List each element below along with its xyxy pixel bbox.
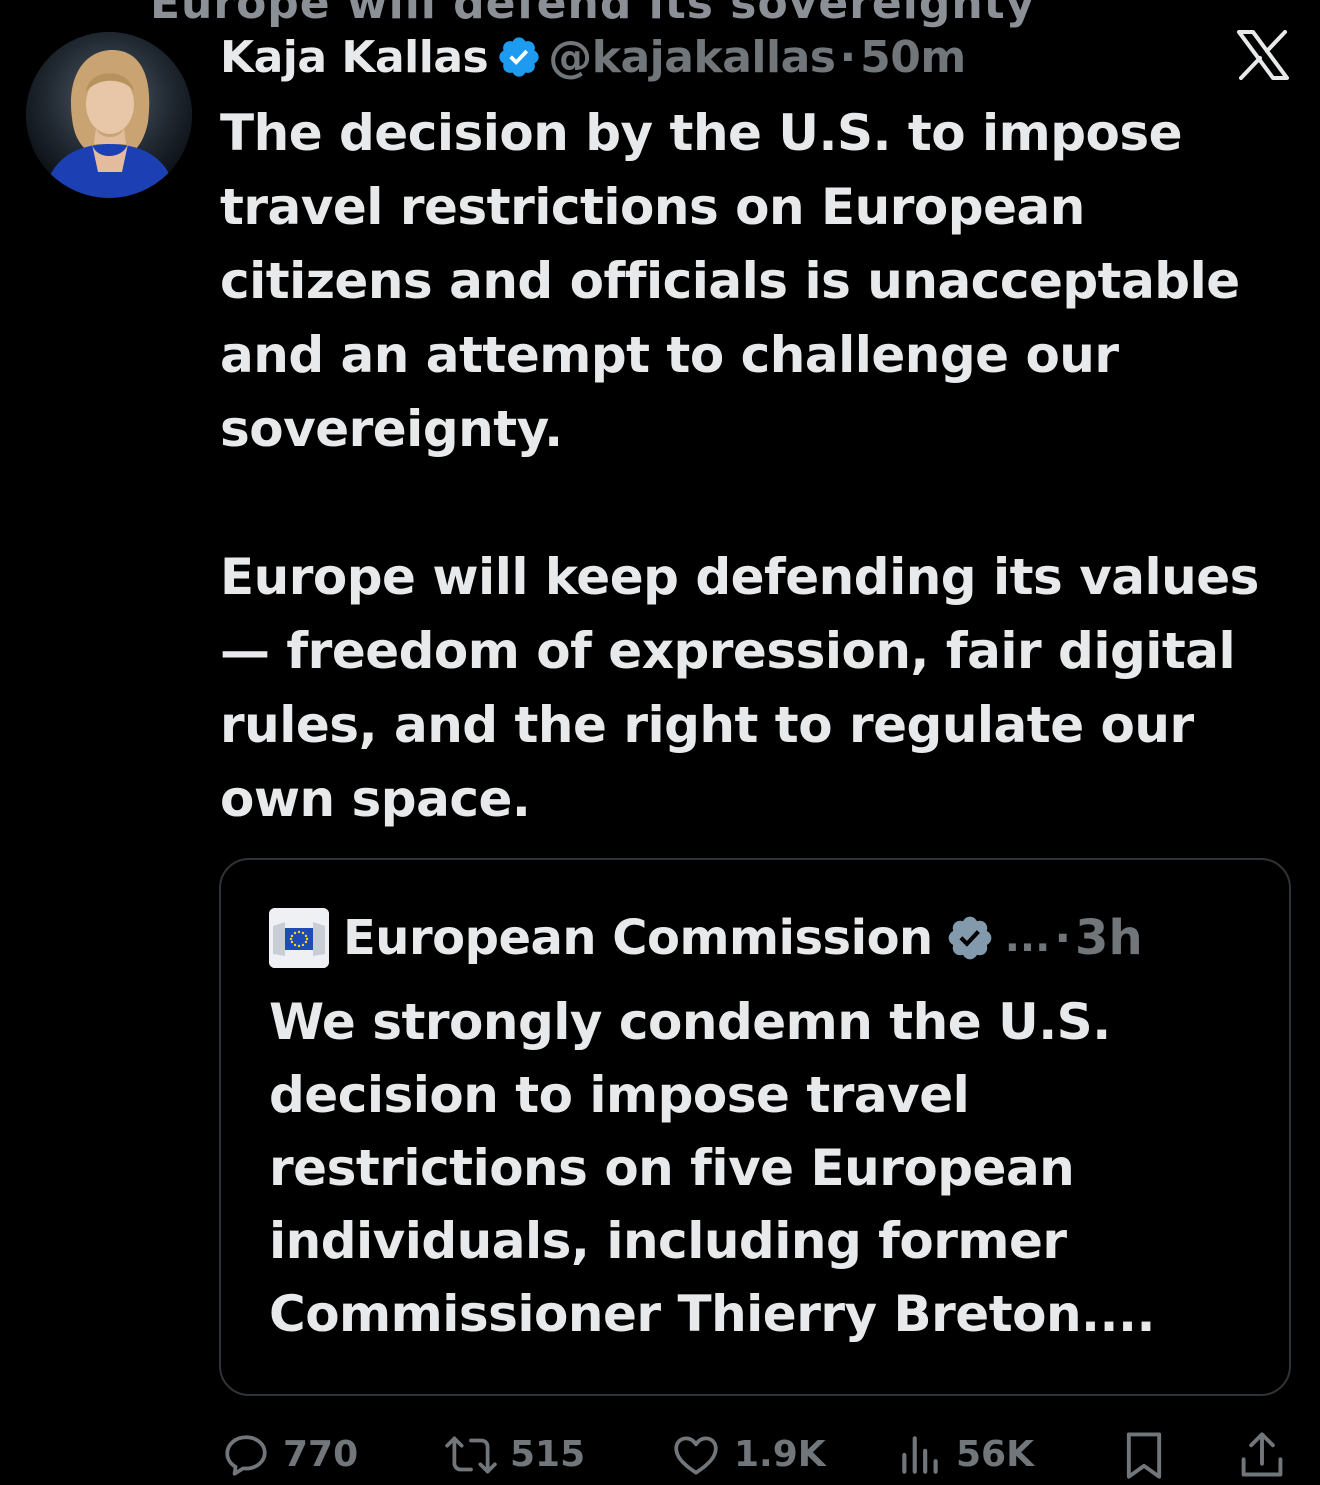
bookmark-button[interactable] [1122,1424,1166,1485]
tweet-timestamp[interactable]: 50m [860,32,966,83]
tweet-text: The decision by the U.S. to impose trave… [220,96,1305,836]
share-icon [1241,1431,1283,1476]
share-button[interactable] [1238,1424,1286,1485]
repost-icon [445,1436,497,1473]
author-name[interactable]: Kaja Kallas [220,32,489,83]
bookmark-icon [1126,1431,1162,1479]
reply-icon [225,1434,267,1476]
tweet-paragraph: Europe will keep defending its values — … [220,548,1259,828]
header-separator: · [839,31,857,83]
tweet-header: Kaja Kallas @kajakallas · 50m [220,22,966,92]
view-count: 56K [956,1434,1034,1475]
author-avatar[interactable] [26,32,192,198]
quoted-tweet-text: We strongly condemn the U.S. decision to… [269,993,1156,1343]
quoted-handle-truncated: ... [1004,915,1051,961]
quoted-tweet-card[interactable]: European Commission ... · 3h We strongly… [219,858,1291,1396]
views-icon [902,1435,938,1474]
reply-button[interactable]: 770 [221,1424,358,1485]
european-commission-logo-icon [269,908,329,968]
views-button[interactable]: 56K [898,1424,1034,1485]
like-button[interactable]: 1.9K [670,1424,826,1485]
reply-count: 770 [283,1434,359,1475]
avatar-photo [26,32,192,198]
repost-count: 515 [510,1434,586,1475]
quoted-author-name[interactable]: European Commission [343,910,933,966]
verified-badge-icon [948,916,992,960]
tweet-paragraph: The decision by the U.S. to impose trave… [220,104,1240,458]
repost-button[interactable]: 515 [444,1424,585,1485]
quoted-header-separator: · [1054,912,1072,964]
quoted-tweet-header: European Commission ... · 3h [269,906,1143,970]
heart-icon [674,1435,718,1475]
x-logo-icon [1236,30,1290,80]
verified-badge-icon [499,37,539,77]
author-handle[interactable]: @kajakallas [548,32,836,83]
tweet-actions-bar: 770 515 1.9K 56K [0,1424,1320,1485]
quoted-timestamp[interactable]: 3h [1075,910,1143,966]
like-count: 1.9K [734,1434,826,1475]
